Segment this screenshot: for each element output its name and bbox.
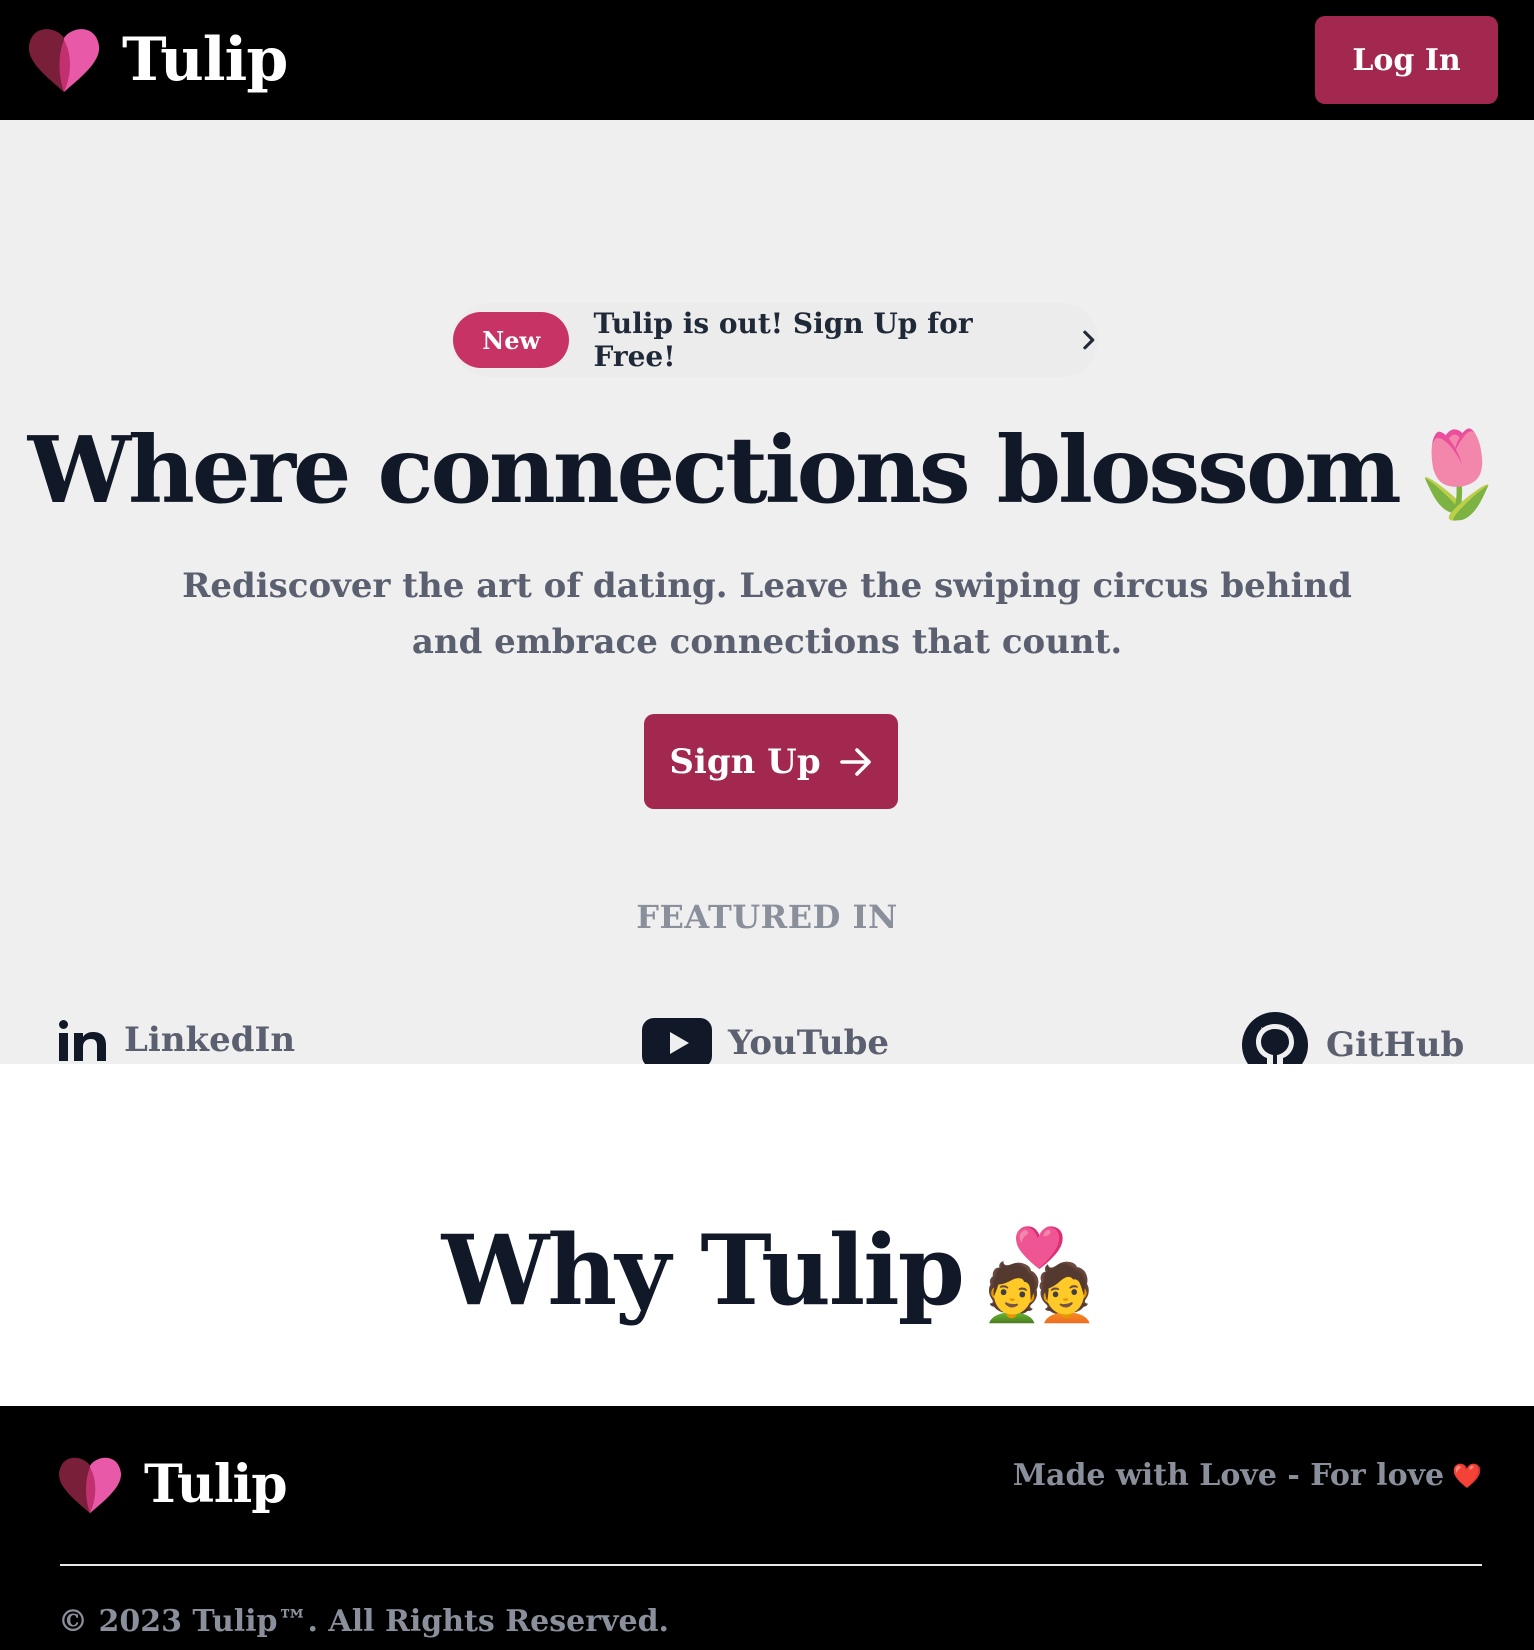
featured-in-heading: FEATURED IN	[636, 898, 898, 936]
hero-title-text: Where connections blossom	[27, 416, 1402, 524]
couple-emoji: 💑	[984, 1222, 1095, 1326]
announcement-pill[interactable]: New Tulip is out! Sign Up for Free!	[452, 303, 1098, 377]
login-button[interactable]: Log In	[1315, 16, 1498, 104]
site-footer: Tulip Made with Love - For love ❤️ © 202…	[0, 1406, 1534, 1650]
arrow-right-icon	[839, 747, 871, 776]
youtube-icon	[642, 1018, 712, 1068]
site-header: Tulip Log In	[0, 0, 1534, 120]
why-section: Why Tulip 💑	[0, 1064, 1534, 1406]
signup-button[interactable]: Sign Up	[644, 714, 898, 809]
tulip-heart-icon	[28, 29, 100, 92]
footer-copyright: © 2023 Tulip™. All Rights Reserved.	[58, 1604, 669, 1639]
hero-title: Where connections blossom 🌷	[0, 416, 1534, 524]
brand-logo[interactable]: Tulip	[28, 25, 288, 95]
new-badge: New	[453, 312, 570, 368]
footer-tagline: Made with Love - For love ❤️	[1013, 1458, 1482, 1493]
hero-subtitle: Rediscover the art of dating. Leave the …	[182, 566, 1352, 662]
featured-youtube[interactable]: YouTube	[642, 1018, 889, 1068]
featured-linkedin[interactable]: LinkedIn	[58, 1018, 295, 1062]
footer-brand-logo[interactable]: Tulip	[58, 1454, 288, 1515]
tulip-emoji: 🌷	[1404, 424, 1510, 523]
footer-brand-name: Tulip	[144, 1454, 288, 1515]
chevron-right-icon	[1083, 330, 1095, 350]
footer-tagline-text: Made with Love - For love	[1012, 1458, 1445, 1493]
tulip-heart-icon	[59, 1457, 121, 1513]
brand-name: Tulip	[122, 25, 288, 95]
why-title-text: Why Tulip	[441, 1214, 965, 1327]
announcement-text: Tulip is out! Sign Up for Free!	[593, 307, 973, 373]
heart-emoji: ❤️	[1452, 1461, 1482, 1490]
github-label: GitHub	[1326, 1025, 1465, 1065]
signup-label: Sign Up	[669, 741, 821, 782]
hero-section: New Tulip is out! Sign Up for Free! Wher…	[0, 120, 1534, 1078]
youtube-label: YouTube	[728, 1023, 890, 1063]
linkedin-label: LinkedIn	[124, 1020, 296, 1060]
linkedin-icon	[59, 1020, 106, 1061]
footer-divider	[60, 1564, 1482, 1566]
why-title: Why Tulip 💑	[0, 1214, 1534, 1327]
